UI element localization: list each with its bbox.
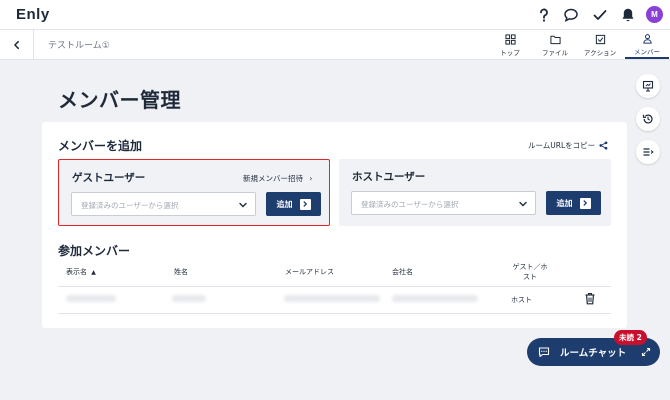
tab-label: ファイル (542, 49, 568, 57)
history-button[interactable] (636, 107, 660, 131)
guest-user-title: ゲストユーザー (72, 172, 146, 184)
share-icon (599, 141, 608, 150)
arrow-right-icon (299, 198, 311, 210)
chevron-down-icon (239, 202, 247, 208)
table-row-divider (58, 313, 611, 314)
guest-user-select[interactable]: 登録済みのユーザーから選択 (71, 192, 256, 216)
divider (33, 30, 34, 60)
tab-label: アクション (583, 49, 617, 57)
host-select-placeholder: 登録済みのユーザーから選択 (361, 200, 459, 209)
presentation-icon (642, 80, 654, 92)
guest-select-placeholder: 登録済みのユーザーから選択 (81, 201, 179, 210)
host-user-title: ホストユーザー (352, 171, 426, 183)
members-card: メンバーを追加 ルームURLをコピー ゲストユーザー 新規メンバー招待 › 登録… (42, 122, 627, 328)
copy-url-label: ルームURLをコピー (528, 141, 596, 150)
table-header-divider (58, 286, 611, 287)
room-chat-label: ルームチャット (560, 348, 627, 359)
add-member-title: メンバーを追加 (58, 139, 143, 153)
bell-icon[interactable] (618, 5, 638, 25)
add-host-button[interactable]: 追加 (546, 191, 601, 215)
app-logo[interactable]: Enly (16, 6, 50, 23)
expand-icon (641, 347, 651, 357)
add-host-label: 追加 (556, 198, 573, 208)
member-role: ホスト (511, 296, 532, 304)
avatar[interactable]: M (646, 6, 663, 23)
grid-icon (504, 34, 516, 45)
folder-icon (549, 35, 561, 45)
sort-asc-icon: ▲ (91, 269, 96, 276)
invite-new-member-link[interactable]: 新規メンバー招待 › (243, 173, 312, 184)
checkbox-icon (595, 34, 605, 45)
column-header-role: ゲスト／ホスト (512, 263, 548, 281)
column-header-email: メールアドレス (285, 268, 334, 276)
help-icon[interactable] (534, 5, 554, 25)
invite-label: 新規メンバー招待 (243, 174, 303, 183)
column-header-display-name[interactable]: 表示名 ▲ (66, 267, 96, 277)
tab-actions[interactable]: アクション (578, 32, 622, 59)
unread-badge: 未読 2 (614, 330, 647, 345)
add-guest-label: 追加 (276, 199, 293, 209)
top-bar: Enly M (0, 0, 670, 30)
check-icon[interactable] (590, 5, 610, 25)
tab-members[interactable]: メンバー (625, 32, 669, 59)
redacted-full-name (172, 295, 206, 302)
tab-files[interactable]: ファイル (533, 32, 577, 59)
host-user-select[interactable]: 登録済みのユーザーから選択 (351, 191, 536, 215)
tab-label: メンバー (634, 48, 660, 56)
page-title: メンバー管理 (58, 88, 181, 112)
chat-icon (538, 347, 550, 358)
back-button[interactable] (8, 36, 26, 54)
add-guest-button[interactable]: 追加 (266, 192, 321, 216)
arrow-right-icon (579, 197, 591, 209)
participants-title: 参加メンバー (58, 244, 131, 258)
chevron-down-icon (519, 201, 527, 207)
column-header-full-name: 姓名 (174, 268, 188, 276)
presentation-button[interactable] (636, 74, 660, 98)
tab-label: トップ (500, 49, 520, 57)
chevron-left-icon (14, 40, 19, 50)
trash-icon[interactable] (584, 292, 596, 305)
guest-user-panel: ゲストユーザー 新規メンバー招待 › 登録済みのユーザーから選択 追加 (58, 159, 330, 226)
history-icon (642, 114, 653, 124)
host-user-panel: ホストユーザー 登録済みのユーザーから選択 追加 (339, 159, 611, 226)
redacted-company (392, 295, 478, 302)
list-button[interactable] (636, 140, 660, 164)
column-header-company: 会社名 (392, 268, 413, 276)
redacted-display-name (66, 295, 116, 302)
person-icon (642, 34, 652, 44)
chevron-right-icon: › (309, 174, 313, 183)
tab-top[interactable]: トップ (488, 32, 532, 59)
comment-icon[interactable] (561, 5, 581, 25)
room-name: テストルーム① (48, 41, 110, 51)
copy-room-url-link[interactable]: ルームURLをコピー (528, 140, 608, 151)
list-icon (643, 148, 654, 156)
redacted-email (284, 295, 380, 302)
room-header: テストルーム① トップ ファイル アクション メンバー (0, 30, 670, 60)
